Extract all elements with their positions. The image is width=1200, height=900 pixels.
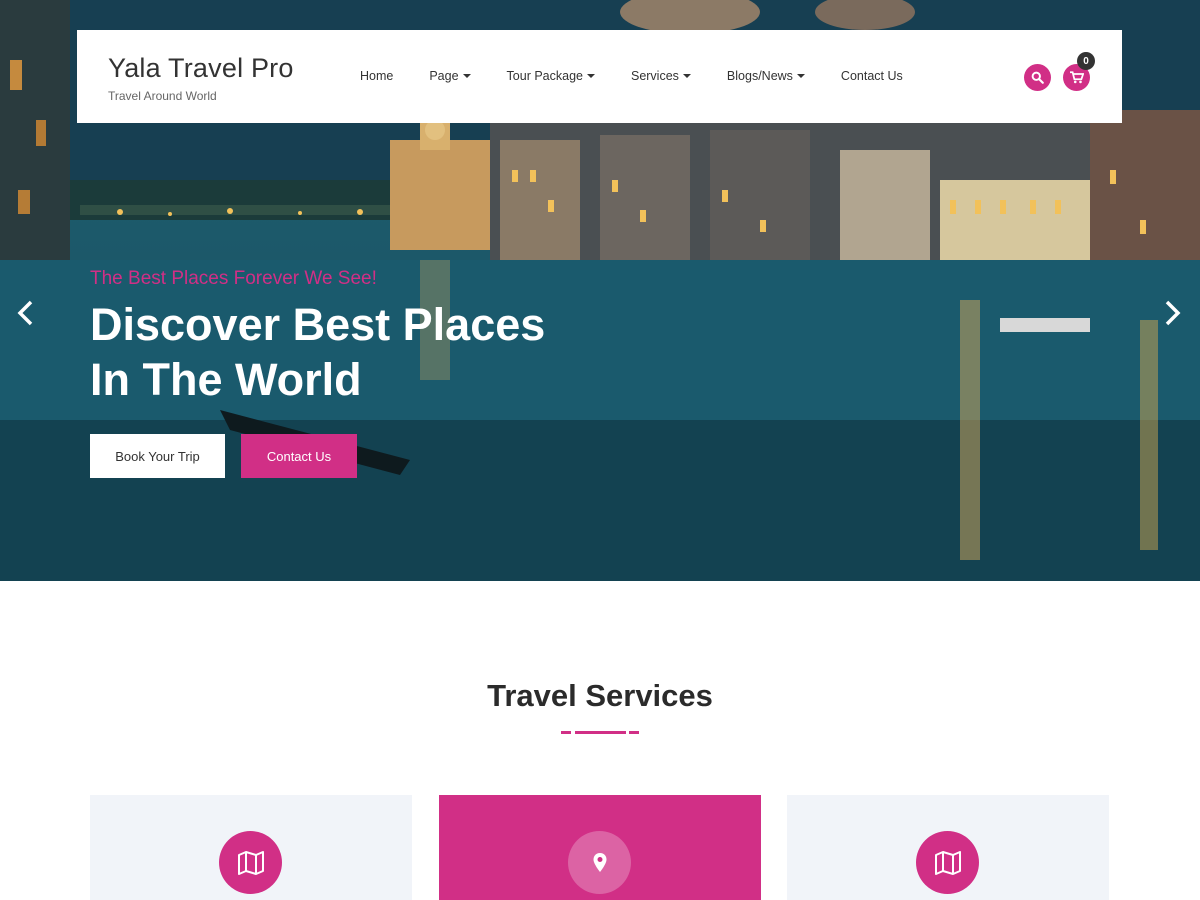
menu-item-blogs-news[interactable]: Blogs/News [727, 69, 805, 83]
chevron-left-icon [17, 300, 33, 326]
title-underline-center [575, 731, 626, 734]
map-icon [237, 850, 264, 875]
service-card-icon-circle [219, 831, 282, 894]
service-card-icon-circle [568, 831, 631, 894]
cart-count-badge: 0 [1077, 52, 1095, 70]
hero-subtitle: The Best Places Forever We See! [90, 268, 377, 289]
menu-item-contact-us[interactable]: Contact Us [841, 69, 903, 83]
slider-prev-button[interactable] [14, 298, 38, 328]
menu-item-label: Services [630, 69, 679, 83]
service-card-icon-circle [916, 831, 979, 894]
hero-title-line: In The World [90, 354, 362, 405]
hero-title: Discover Best Places In The World [90, 297, 690, 407]
map-icon [934, 850, 961, 875]
contact-us-button[interactable]: Contact Us [241, 434, 357, 478]
title-underline-right [629, 731, 639, 734]
map-pin-icon [593, 852, 606, 872]
menu-item-label: Tour Package [506, 69, 583, 83]
caret-down-icon [462, 74, 471, 78]
caret-down-icon [586, 74, 595, 78]
search-icon [1031, 71, 1044, 84]
title-underline-left [561, 731, 571, 734]
caret-down-icon [682, 74, 691, 78]
menu-item-label: Contact Us [840, 69, 903, 83]
chevron-right-icon [1165, 300, 1181, 326]
site-title[interactable]: Yala Travel Pro [108, 53, 294, 84]
hero-slider: Yala Travel Pro Travel Around World Home… [0, 0, 1200, 581]
service-card-active[interactable] [439, 795, 761, 900]
cart-icon [1069, 71, 1084, 84]
slider-next-button[interactable] [1160, 298, 1184, 328]
menu-item-home[interactable]: Home [360, 69, 393, 83]
caret-down-icon [796, 74, 805, 78]
search-button[interactable] [1024, 64, 1051, 91]
main-menu: Home Page Tour Package Services Blogs/Ne… [360, 69, 939, 83]
menu-item-label: Home [360, 69, 394, 83]
site-tagline: Travel Around World [108, 89, 217, 103]
header-navbar: Yala Travel Pro Travel Around World Home… [77, 30, 1122, 123]
hero-title-line: Discover Best Places [90, 299, 546, 350]
menu-item-tour-package[interactable]: Tour Package [507, 69, 595, 83]
menu-item-services[interactable]: Services [631, 69, 691, 83]
book-your-trip-button[interactable]: Book Your Trip [90, 434, 225, 478]
service-card[interactable] [787, 795, 1109, 900]
service-card[interactable] [90, 795, 412, 900]
menu-item-label: Blogs/News [726, 69, 793, 83]
section-title: Travel Services [487, 678, 713, 713]
menu-item-label: Page [429, 69, 459, 83]
menu-item-page[interactable]: Page [429, 69, 471, 83]
